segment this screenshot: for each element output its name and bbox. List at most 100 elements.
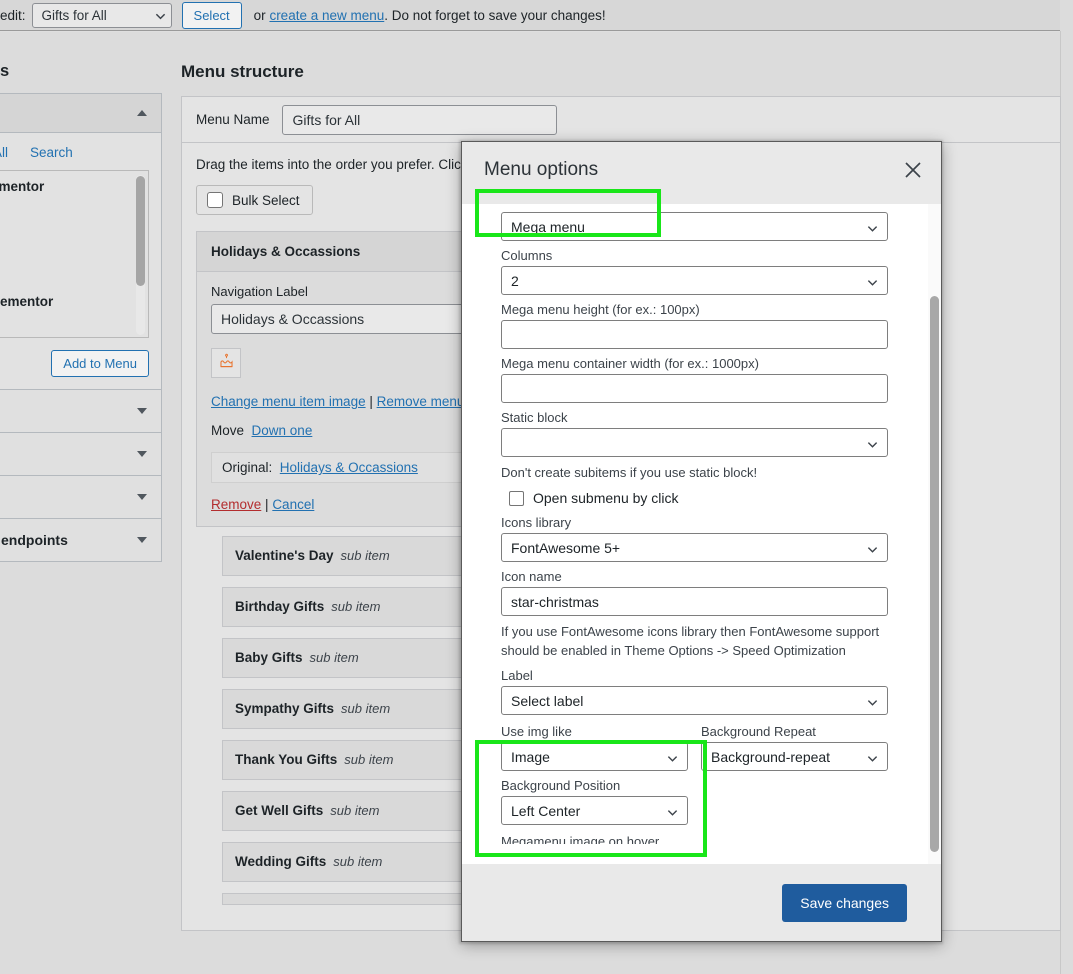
chevron-down-icon bbox=[867, 695, 878, 706]
open-submenu-by-click-row[interactable]: Open submenu by click bbox=[509, 490, 919, 506]
background-repeat-select[interactable]: Background-repeat bbox=[701, 742, 888, 772]
cancel-link[interactable]: Cancel bbox=[272, 497, 314, 512]
chevron-up-icon bbox=[137, 110, 147, 116]
mega-menu-width-input[interactable] bbox=[501, 374, 888, 403]
list-item[interactable] bbox=[0, 198, 148, 212]
chevron-down-icon bbox=[867, 274, 878, 286]
menu-select-dropdown[interactable]: Gifts for All bbox=[31, 2, 172, 28]
cutoff-label: Megamenu image on hover bbox=[501, 834, 660, 845]
menu-options-modal: Menu options Mega menu Columns 2 Mega me… bbox=[461, 141, 942, 942]
remove-link[interactable]: Remove bbox=[211, 497, 261, 512]
move-down-one-link[interactable]: Down one bbox=[252, 423, 313, 438]
use-img-like-select[interactable]: Image bbox=[501, 742, 688, 772]
list-item[interactable] bbox=[0, 212, 148, 290]
add-to-menu-label: Add to Menu bbox=[63, 356, 137, 371]
list-item[interactable]: - Elementor bbox=[0, 175, 148, 198]
sub-item-tag: sub item bbox=[341, 701, 391, 716]
accordion-panel-endpoints[interactable]: endpoints bbox=[0, 519, 162, 562]
menu-type-value: Mega menu bbox=[511, 218, 585, 235]
columns-value: 2 bbox=[511, 272, 519, 289]
list-item[interactable]: — Elementor bbox=[0, 290, 148, 313]
add-menu-items-panel: s View All Search - Elementor — Elemento… bbox=[0, 62, 162, 562]
add-to-menu-button[interactable]: Add to Menu bbox=[51, 350, 149, 377]
select-button-label: Select bbox=[193, 7, 230, 23]
bulk-select-toggle[interactable]: Bulk Select bbox=[196, 185, 313, 215]
chevron-down-icon bbox=[667, 805, 678, 816]
background-position-select[interactable]: Left Center bbox=[501, 796, 688, 826]
menu-item-title: Holidays & Occassions bbox=[211, 244, 361, 259]
edit-label: edit: bbox=[0, 7, 26, 23]
remove-menu-item-image-link[interactable]: Remove menu i bbox=[377, 394, 472, 409]
link-separator: | bbox=[365, 394, 377, 409]
bulk-select-checkbox[interactable] bbox=[207, 192, 223, 208]
icon-name-input[interactable]: star-christmas bbox=[501, 587, 888, 617]
icon-name-hint: If you use FontAwesome icons library the… bbox=[501, 624, 880, 658]
menu-name-row: Menu Name Gifts for All bbox=[182, 97, 1060, 143]
accordion-label: endpoints bbox=[1, 532, 68, 548]
close-icon[interactable] bbox=[902, 159, 924, 181]
or-text: or bbox=[253, 7, 270, 23]
menu-item-list[interactable]: - Elementor — Elementor bbox=[0, 170, 149, 338]
icon-name-value: star-christmas bbox=[511, 593, 599, 610]
chevron-down-icon bbox=[867, 220, 878, 232]
chevron-down-icon bbox=[137, 451, 147, 457]
chevron-down-icon bbox=[137, 408, 147, 414]
create-new-menu-link[interactable]: create a new menu bbox=[269, 8, 384, 23]
image-options-row: Use img like Image Background Position L… bbox=[501, 722, 919, 832]
chevron-down-icon bbox=[867, 542, 878, 553]
edit-menu-toolbar: edit: Gifts for All Select or create a n… bbox=[0, 0, 1060, 31]
menu-select-value: Gifts for All bbox=[41, 7, 107, 23]
accordion-open-panel: View All Search - Elementor — Elementor … bbox=[0, 93, 162, 390]
menu-name-input[interactable]: Gifts for All bbox=[281, 104, 557, 135]
panel-title: s bbox=[0, 62, 10, 80]
sub-item-tag: sub item bbox=[330, 803, 380, 818]
columns-select[interactable]: 2 bbox=[501, 266, 888, 295]
change-menu-item-image-link[interactable]: Change menu item image bbox=[211, 394, 366, 409]
list-scrollbar-thumb[interactable] bbox=[136, 176, 145, 286]
label-select[interactable]: Select label bbox=[501, 686, 888, 716]
modal-scrollbar-thumb[interactable] bbox=[930, 296, 939, 852]
sub-item-tag: sub item bbox=[344, 752, 394, 767]
chevron-down-icon bbox=[667, 751, 678, 762]
page-title: Menu structure bbox=[181, 62, 304, 81]
accordion-panel-3[interactable] bbox=[0, 476, 162, 519]
select-button[interactable]: Select bbox=[181, 1, 242, 29]
cake-icon bbox=[218, 353, 235, 373]
sub-item-name: Wedding Gifts bbox=[235, 854, 327, 869]
sub-item-name: Birthday Gifts bbox=[235, 599, 325, 614]
open-submenu-checkbox[interactable] bbox=[509, 490, 524, 506]
icon-name-label: Icon name bbox=[501, 569, 562, 585]
mega-menu-width-label: Mega menu container width (for ex.: 1000… bbox=[501, 356, 759, 371]
mega-menu-height-label: Mega menu height (for ex.: 100px) bbox=[501, 302, 700, 317]
sub-item-tag: sub item bbox=[331, 599, 381, 614]
menu-type-select[interactable]: Mega menu bbox=[501, 212, 888, 241]
background-repeat-label: Background Repeat bbox=[701, 724, 816, 740]
menu-item-image-thumb[interactable] bbox=[211, 348, 241, 378]
use-img-like-group: Use img like Image Background Position L… bbox=[501, 722, 688, 832]
chevron-down-icon bbox=[137, 494, 147, 500]
static-block-hint: Don't create subitems if you use static … bbox=[501, 465, 758, 480]
panel-tabs: View All Search bbox=[0, 145, 149, 160]
use-img-like-value: Image bbox=[511, 748, 550, 765]
original-link[interactable]: Holidays & Occassions bbox=[280, 460, 418, 475]
chevron-down-icon bbox=[867, 436, 878, 448]
modal-header: Menu options bbox=[462, 142, 941, 204]
modal-title: Menu options bbox=[484, 159, 599, 180]
static-block-label: Static block bbox=[501, 410, 568, 425]
chevron-down-icon bbox=[155, 10, 165, 20]
sub-item-name: Thank You Gifts bbox=[235, 752, 338, 767]
sub-item-name: Get Well Gifts bbox=[235, 803, 324, 818]
background-position-value: Left Center bbox=[511, 802, 581, 819]
label-select-value: Select label bbox=[511, 692, 584, 709]
use-img-like-label: Use img like bbox=[501, 724, 572, 740]
save-changes-button[interactable]: Save changes bbox=[782, 883, 907, 922]
icons-library-select[interactable]: FontAwesome 5+ bbox=[501, 533, 888, 563]
tab-view-all[interactable]: View All bbox=[0, 145, 8, 160]
accordion-header[interactable] bbox=[0, 94, 161, 133]
accordion-panel-1[interactable] bbox=[0, 390, 162, 433]
modal-body-scroll-area[interactable]: Mega menu Columns 2 Mega menu height (fo… bbox=[462, 204, 941, 864]
tab-search[interactable]: Search bbox=[30, 145, 73, 160]
accordion-panel-2[interactable] bbox=[0, 433, 162, 476]
static-block-select[interactable] bbox=[501, 428, 888, 457]
mega-menu-height-input[interactable] bbox=[501, 320, 888, 349]
